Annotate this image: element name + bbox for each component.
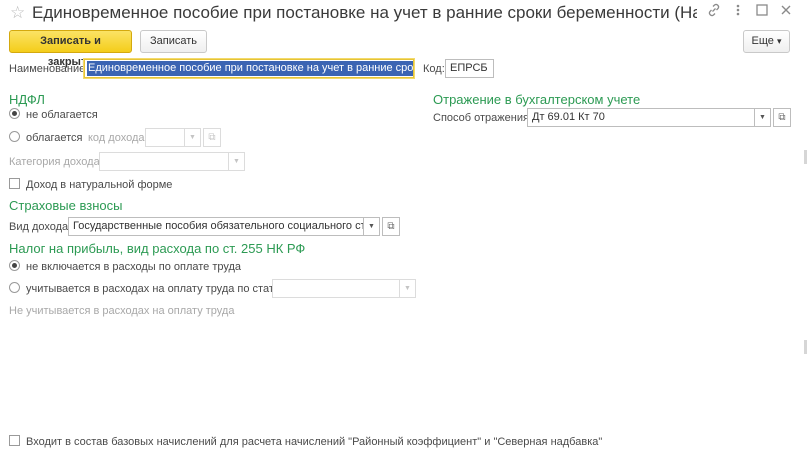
more-vertical-icon[interactable] — [729, 3, 747, 21]
profit-tax-excluded-label[interactable]: не включается в расходы по оплате труда — [26, 260, 241, 274]
expense-article-dropdown-icon[interactable]: ▼ — [400, 279, 416, 298]
ndfl-heading: НДФЛ — [9, 92, 45, 107]
income-type-dropdown-icon[interactable]: ▼ — [364, 217, 380, 236]
income-code-dropdown-icon[interactable]: ▼ — [185, 128, 201, 147]
more-button[interactable]: Еще ▾ — [743, 30, 790, 53]
profit-tax-included-label[interactable]: учитывается в расходах на оплату труда п… — [26, 282, 289, 296]
window-title: Единовременное пособие при постановке на… — [32, 3, 697, 22]
income-type-open-icon[interactable]: ⧉ — [382, 217, 400, 236]
income-category-dropdown-icon[interactable]: ▼ — [229, 152, 245, 171]
accounting-method-label: Способ отражения: — [433, 112, 532, 124]
window-icon[interactable] — [753, 3, 771, 21]
ndfl-not-taxed-label[interactable]: не облагается — [26, 108, 98, 122]
in-kind-income-checkbox[interactable] — [9, 178, 20, 189]
name-input[interactable]: Единовременное пособие при постановке на… — [84, 59, 414, 78]
name-label: Наименование: — [9, 63, 89, 75]
income-code-open-icon[interactable]: ⧉ — [203, 128, 221, 147]
save-and-close-button[interactable]: Записать и закрыть — [9, 30, 132, 68]
in-kind-income-label[interactable]: Доход в натуральной форме — [26, 178, 172, 192]
ndfl-not-taxed-radio[interactable] — [9, 108, 20, 119]
income-type-label: Вид дохода: — [9, 221, 72, 233]
base-accruals-checkbox[interactable] — [9, 435, 20, 446]
expense-article-input[interactable] — [272, 279, 400, 298]
ndfl-taxed-radio[interactable] — [9, 131, 20, 142]
profit-tax-excluded-radio[interactable] — [9, 260, 20, 271]
income-category-label: Категория дохода: — [9, 156, 103, 168]
income-code-label: код дохода: — [88, 132, 148, 144]
favorite-star-icon[interactable]: ☆ — [10, 3, 25, 23]
insurance-heading: Страховые взносы — [9, 198, 123, 213]
accounting-method-input[interactable]: Дт 69.01 Кт 70 — [527, 108, 755, 127]
save-button[interactable]: Записать — [140, 30, 207, 53]
accounting-method-dropdown-icon[interactable]: ▼ — [755, 108, 771, 127]
base-accruals-label[interactable]: Входит в состав базовых начислений для р… — [26, 435, 602, 449]
income-type-input[interactable]: Государственные пособия обязательного со… — [68, 217, 364, 236]
name-value: Единовременное пособие при постановке на… — [87, 61, 413, 76]
chevron-down-icon: ▾ — [776, 36, 782, 46]
code-label: Код: — [423, 63, 445, 75]
accounting-method-open-icon[interactable]: ⧉ — [773, 108, 791, 127]
profit-tax-heading: Налог на прибыль, вид расхода по ст. 255… — [9, 241, 306, 256]
ndfl-taxed-label[interactable]: облагается — [26, 131, 82, 145]
income-category-input[interactable] — [99, 152, 229, 171]
more-button-label: Еще — [751, 35, 774, 47]
income-code-input[interactable] — [145, 128, 185, 147]
link-icon[interactable] — [705, 3, 723, 21]
accounting-heading: Отражение в бухгалтерском учете — [433, 92, 641, 107]
profit-tax-note: Не учитывается в расходах на оплату труд… — [9, 305, 235, 317]
close-icon[interactable] — [777, 3, 795, 21]
code-input[interactable]: ЕПРСБ — [445, 59, 494, 78]
profit-tax-included-radio[interactable] — [9, 282, 20, 293]
